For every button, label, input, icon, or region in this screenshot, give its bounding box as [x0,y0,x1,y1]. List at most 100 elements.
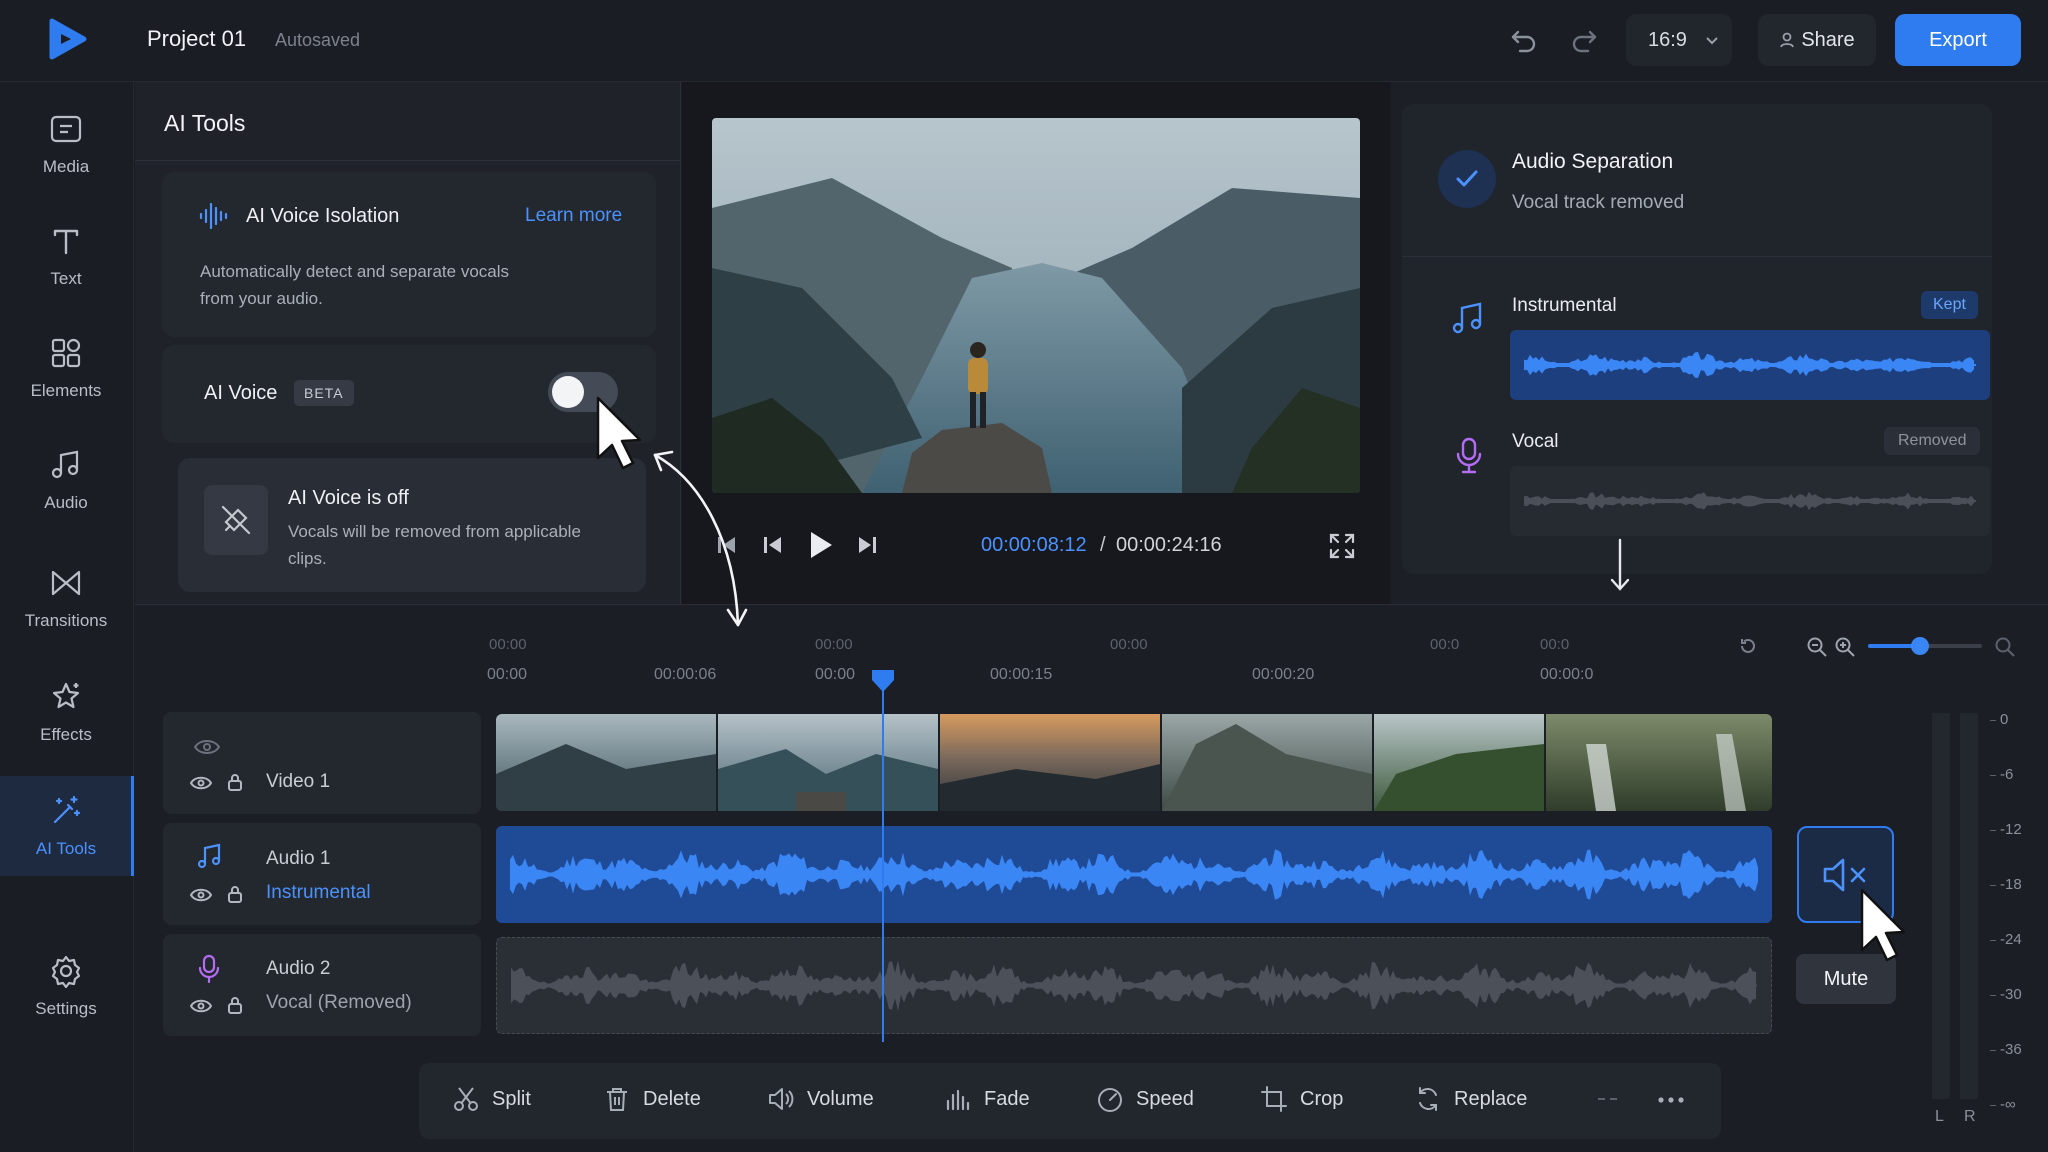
track-name: Audio 1 [266,848,331,869]
db-label: -18 [2000,876,2022,893]
transitions-icon [51,570,81,596]
level-meter-left [1932,713,1950,1099]
eye-icon[interactable] [190,998,212,1014]
track-header-video-1[interactable] [163,712,481,814]
project-title[interactable]: Project 01 [147,26,246,52]
audio-clip-instrumental[interactable] [496,826,1772,923]
time-separator: / [1100,534,1106,556]
ai-voice-off-title: AI Voice is off [288,487,409,509]
share-icon [1780,32,1795,48]
effects-icon [52,682,80,709]
undo-icon[interactable] [1508,24,1540,56]
lock-icon[interactable] [227,995,243,1015]
rail-item-elements[interactable]: Elements [0,318,132,418]
check-icon [1438,150,1496,208]
eye-icon[interactable] [190,887,212,903]
lock-icon[interactable] [227,772,243,792]
ai-voice-off-description: Vocals will be removed from applicable c… [288,522,581,568]
ruler-label: 00:00:06 [654,666,717,683]
replace-button[interactable]: Replace [1414,1085,1527,1113]
ruler-label: 00:00 [489,636,527,653]
more-options-icon[interactable] [1658,1096,1684,1104]
mute-button[interactable] [1797,826,1894,923]
rail-item-settings[interactable]: Settings [0,936,132,1036]
video-clip-strip[interactable] [496,714,1772,811]
ruler-label: 00:00:0 [1540,666,1594,683]
db-label: -30 [2000,986,2022,1003]
track-name: Video 1 [266,771,331,792]
removed-badge: Removed [1884,427,1981,455]
ruler-label: 00:00:20 [1252,666,1315,683]
separation-subtitle: Vocal track removed [1512,192,1685,213]
db-tick [1990,1105,1996,1106]
mute-tooltip: Mute [1796,954,1896,1004]
total-time: 00:00:24:16 [1116,534,1222,556]
fade-button[interactable]: Fade [944,1085,1030,1113]
share-button[interactable]: Share [1758,14,1876,66]
speedometer-icon [1098,1088,1122,1112]
music-note-icon [1450,300,1486,336]
volume-label: Volume [807,1087,874,1110]
eye-icon[interactable] [194,738,220,756]
next-frame-icon[interactable] [856,534,878,556]
db-tick [1990,775,1996,776]
track-header-audio-2[interactable] [163,934,481,1036]
playhead-handle-icon[interactable] [870,668,896,694]
zoom-fit-icon[interactable] [1738,636,1758,656]
aspect-ratio-select[interactable]: 16:9 [1626,14,1732,66]
crop-label: Crop [1300,1087,1344,1110]
audio-clip-vocal-removed[interactable] [496,937,1772,1034]
db-tick [1990,995,1996,996]
voice-isolation-card [162,172,656,337]
zoom-out-icon[interactable] [1806,636,1828,658]
fullscreen-icon[interactable] [1328,532,1356,560]
instrumental-waveform[interactable] [1510,330,1990,400]
rail-item-ai-tools[interactable]: AI Tools [0,776,134,876]
kept-badge: Kept [1921,291,1978,319]
export-button[interactable]: Export [1895,14,2021,66]
play-icon[interactable] [808,530,834,560]
elements-icon [51,338,81,368]
video-preview[interactable] [712,118,1360,493]
rail-item-media[interactable]: Media [0,94,132,194]
eye-icon[interactable] [190,775,212,791]
rail-label: Media [42,157,90,176]
track-subtitle: Vocal (Removed) [266,992,412,1013]
db-tick [1990,830,1996,831]
split-button[interactable]: Split [452,1085,531,1113]
delete-button[interactable]: Delete [603,1085,701,1113]
zoom-in-icon[interactable] [1834,636,1856,658]
speed-button[interactable]: Speed [1096,1085,1194,1113]
media-icon [50,115,82,143]
app-logo-icon[interactable] [44,16,90,62]
beta-badge: BETA [294,380,354,406]
previous-frame-icon[interactable] [762,534,784,556]
crop-button[interactable]: Crop [1260,1085,1343,1113]
vocal-waveform[interactable] [1510,466,1990,536]
track-name: Audio 2 [266,958,331,979]
volume-button[interactable]: Volume [767,1085,874,1113]
learn-more-link[interactable]: Learn more [525,205,622,227]
rail-item-audio[interactable]: Audio [0,430,132,530]
rail-item-effects[interactable]: Effects [0,662,132,762]
redo-icon[interactable] [1568,24,1600,56]
db-tick [1990,1050,1996,1051]
settings-icon [51,955,81,989]
toggle-knob [552,376,584,408]
rail-item-transitions[interactable]: Transitions [0,548,132,648]
rail-label: Effects [40,725,92,744]
lock-icon[interactable] [227,884,243,904]
divider [135,160,681,161]
split-label: Split [492,1087,531,1110]
playhead[interactable] [882,672,884,1042]
scissors-icon [454,1087,478,1111]
speaker-icon [769,1088,794,1110]
rail-item-text[interactable]: Text [0,206,132,306]
db-label: 0 [2000,711,2009,728]
track-header-audio-1[interactable] [163,823,481,925]
aspect-ratio-value: 16:9 [1648,28,1687,51]
skip-to-start-icon[interactable] [716,534,738,556]
search-icon[interactable] [1994,636,2016,658]
ai-tools-icon [53,795,81,824]
channel-label: L [1935,1108,1944,1125]
